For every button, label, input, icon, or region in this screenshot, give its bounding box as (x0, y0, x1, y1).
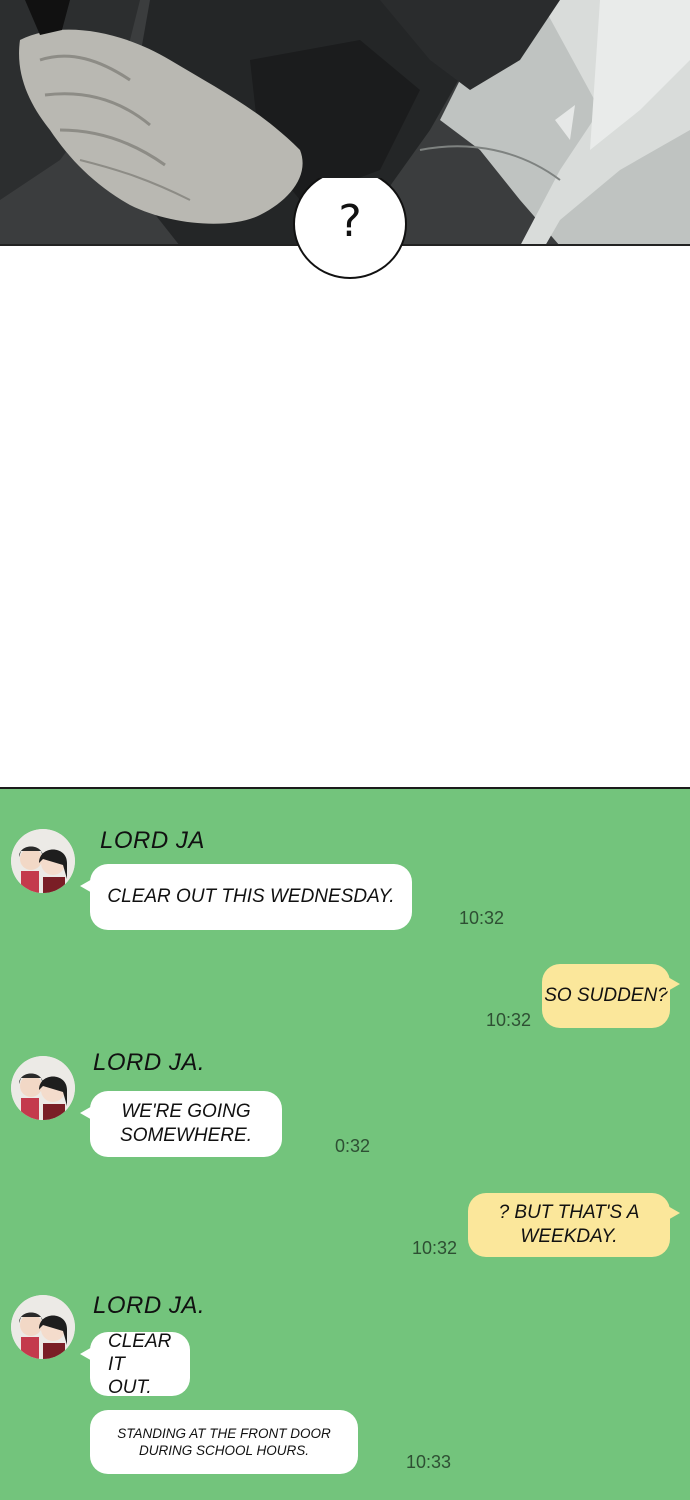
avatar (11, 1056, 75, 1120)
message-text: SO SUDDEN? (544, 985, 668, 1006)
sender-name: LORD JA (100, 827, 205, 854)
message-text: ? BUT THAT'S A WEEKDAY. (498, 1202, 640, 1247)
sender-name: LORD JA. (93, 1292, 206, 1319)
message-bubble-incoming: CLEAR OUT THIS WEDNESDAY. (80, 864, 412, 930)
message-time: 10:32 (459, 908, 505, 928)
message-bubble-incoming: STANDING AT THE FRONT DOOR DURING SCHOOL… (90, 1410, 358, 1474)
message-time: 10:32 (412, 1238, 458, 1258)
message-bubble-outgoing: ? BUT THAT'S A WEEKDAY. (468, 1193, 680, 1257)
avatar (11, 829, 75, 893)
chat-panel: LORD JA CLEAR OUT THIS WEDNESDAY. 10:32 … (0, 787, 690, 1500)
message-text: STANDING AT THE FRONT DOOR DURING SCHOOL… (117, 1426, 331, 1458)
avatar (11, 1295, 75, 1359)
message-text: CLEAR OUT THIS WEDNESDAY. (107, 886, 395, 907)
message-bubble-outgoing: SO SUDDEN? (542, 964, 680, 1028)
speech-text: ? (338, 196, 362, 247)
message-bubble-incoming: CLEAR IT OUT. (80, 1330, 190, 1398)
message-time: 0:32 (335, 1136, 371, 1156)
message-text: CLEAR IT OUT. (108, 1330, 172, 1398)
message-time: 10:32 (486, 1010, 532, 1030)
message-bubble-incoming: WE'RE GOING SOMEWHERE. (80, 1091, 282, 1157)
message-time: 10:33 (406, 1452, 452, 1472)
message-text: WE'RE GOING SOMEWHERE. (120, 1101, 252, 1146)
sender-name: LORD JA. (93, 1049, 206, 1076)
